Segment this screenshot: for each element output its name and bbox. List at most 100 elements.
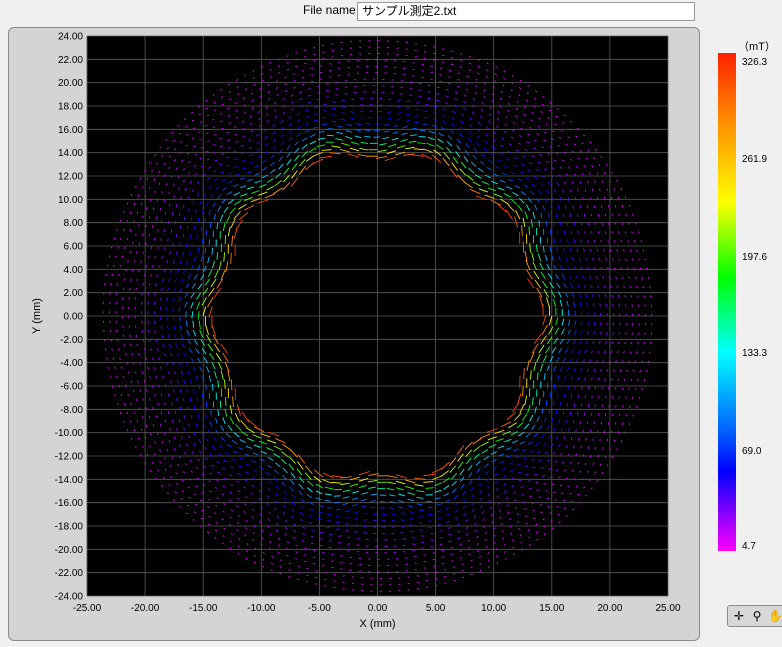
field-vector bbox=[205, 413, 207, 419]
x-tick-label: -10.00 bbox=[247, 603, 276, 614]
field-vector bbox=[354, 79, 357, 81]
field-vector bbox=[340, 568, 343, 570]
colorbar-tick-label: 69.0 bbox=[742, 446, 762, 457]
field-vector bbox=[230, 252, 232, 264]
x-tick-label: 0.00 bbox=[368, 603, 388, 614]
field-vector bbox=[523, 368, 525, 380]
field-vector bbox=[195, 422, 198, 427]
y-axis-label: Y (mm) bbox=[31, 298, 43, 334]
pan-icon[interactable]: ✋ bbox=[768, 609, 782, 623]
field-vector bbox=[407, 589, 410, 591]
field-vector bbox=[193, 388, 195, 393]
field-vector bbox=[393, 66, 397, 68]
field-vector bbox=[421, 63, 424, 66]
field-vector bbox=[172, 242, 174, 246]
field-vector bbox=[134, 306, 136, 310]
field-vector bbox=[356, 72, 360, 74]
field-vector bbox=[144, 169, 146, 172]
field-vector bbox=[342, 581, 345, 584]
field-vector bbox=[405, 563, 408, 566]
field-vector bbox=[554, 123, 557, 126]
field-vector bbox=[340, 41, 343, 44]
field-vector bbox=[167, 393, 170, 397]
field-vector bbox=[204, 247, 207, 254]
field-vector bbox=[351, 576, 355, 578]
field-vector bbox=[612, 303, 614, 307]
zoom-icon[interactable]: ⚲ bbox=[750, 609, 764, 623]
field-vector bbox=[405, 570, 408, 572]
field-vector bbox=[363, 532, 367, 534]
field-vector bbox=[153, 237, 156, 241]
field-vector bbox=[423, 554, 427, 556]
field-vector bbox=[462, 576, 465, 579]
x-tick-label: -15.00 bbox=[189, 603, 218, 614]
field-vector bbox=[556, 506, 559, 508]
field-vector bbox=[360, 97, 364, 100]
field-vector bbox=[414, 568, 417, 571]
field-vector bbox=[123, 228, 125, 231]
field-vector bbox=[295, 65, 298, 68]
field-vector bbox=[179, 242, 181, 247]
field-vector bbox=[333, 573, 336, 576]
field-vector bbox=[340, 54, 343, 57]
y-tick-label: 10.00 bbox=[58, 195, 83, 206]
field-vector bbox=[109, 301, 111, 305]
field-vector bbox=[144, 462, 147, 465]
field-vector bbox=[405, 48, 408, 50]
field-vector bbox=[416, 575, 419, 577]
field-vector bbox=[426, 586, 429, 588]
field-vector bbox=[328, 63, 332, 65]
field-vector bbox=[416, 588, 419, 590]
field-vector bbox=[393, 545, 397, 547]
y-tick-label: -8.00 bbox=[60, 405, 83, 416]
field-vector bbox=[423, 560, 427, 563]
y-tick-label: 2.00 bbox=[64, 288, 84, 299]
field-vector bbox=[308, 95, 312, 97]
y-tick-label: 12.00 bbox=[58, 172, 83, 183]
field-vector bbox=[421, 541, 425, 544]
field-vector bbox=[103, 329, 105, 333]
field-vector bbox=[414, 43, 418, 45]
field-vector bbox=[331, 56, 334, 58]
field-vector bbox=[338, 61, 341, 64]
field-vector bbox=[423, 51, 427, 53]
y-tick-label: -24.00 bbox=[55, 592, 84, 603]
field-vector bbox=[347, 60, 350, 62]
field-vector bbox=[204, 218, 207, 224]
field-vector bbox=[160, 238, 162, 241]
field-vector bbox=[173, 389, 175, 393]
field-vector bbox=[295, 58, 298, 61]
field-vector bbox=[165, 183, 168, 186]
field-vector bbox=[116, 228, 118, 231]
field-vector bbox=[580, 239, 582, 243]
y-tick-label: 6.00 bbox=[64, 242, 84, 253]
y-tick-label: -2.00 bbox=[60, 335, 83, 346]
field-vector bbox=[412, 62, 415, 64]
field-vector bbox=[331, 566, 334, 569]
colorbar-tick-label: 4.7 bbox=[742, 541, 756, 552]
field-vector bbox=[562, 122, 565, 124]
field-vector bbox=[425, 573, 429, 575]
field-vector bbox=[342, 575, 345, 577]
y-tick-label: -14.00 bbox=[55, 475, 84, 486]
field-vector bbox=[568, 428, 570, 432]
field-vector bbox=[572, 508, 575, 511]
colorbar-tick-label: 133.3 bbox=[742, 348, 768, 359]
field-vector bbox=[310, 536, 315, 538]
y-tick-label: -18.00 bbox=[55, 522, 84, 533]
field-vector bbox=[230, 379, 233, 391]
field-vector bbox=[192, 243, 195, 248]
crosshair-icon[interactable]: ✛ bbox=[732, 609, 746, 623]
field-vector bbox=[567, 239, 569, 244]
field-vector bbox=[331, 553, 334, 556]
field-vector bbox=[405, 54, 408, 57]
field-vector bbox=[611, 396, 614, 399]
field-vector bbox=[617, 231, 620, 234]
field-vector bbox=[365, 123, 371, 125]
field-vector bbox=[565, 515, 568, 517]
field-vector bbox=[424, 44, 427, 46]
field-vector bbox=[423, 57, 427, 59]
field-vector bbox=[423, 567, 427, 569]
field-map-chart: -25.00 -20.00 -15.00 -10.00 -5.00 0.00 5.00 10.… bbox=[31, 32, 681, 631]
graph-toolbar: ✛ ⚲ ✋ bbox=[727, 605, 782, 627]
